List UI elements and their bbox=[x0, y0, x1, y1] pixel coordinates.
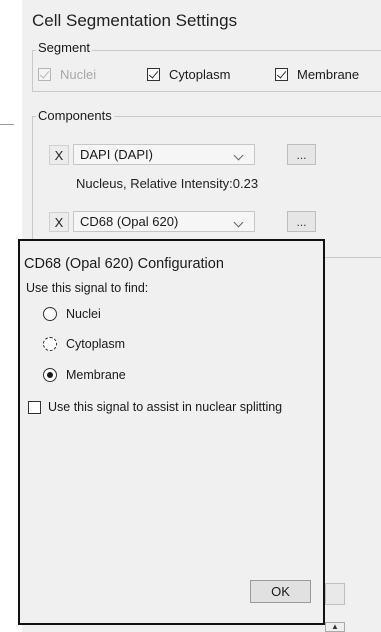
assist-label: Use this signal to assist in nuclear spl… bbox=[48, 400, 283, 414]
nuclei-label: Nuclei bbox=[60, 67, 97, 82]
radio-circle bbox=[43, 368, 57, 382]
background-field bbox=[325, 583, 345, 605]
component-dapi-select[interactable]: DAPI (DAPI) bbox=[73, 144, 255, 165]
radio-membrane-label: Membrane bbox=[66, 368, 126, 382]
checkbox-box bbox=[28, 400, 41, 414]
component-cd68-select[interactable]: CD68 (Opal 620) bbox=[73, 211, 255, 232]
dialog-subtitle: Use this signal to find: bbox=[26, 281, 149, 295]
left-divider bbox=[0, 124, 14, 125]
component-dapi-info: Nucleus, Relative Intensity:0.23 bbox=[76, 176, 259, 191]
remove-component-button[interactable]: X bbox=[49, 212, 69, 232]
radio-membrane[interactable]: Membrane bbox=[43, 368, 126, 382]
assist-nuclear-splitting-checkbox[interactable]: Use this signal to assist in nuclear spl… bbox=[28, 400, 282, 414]
dialog-title: CD68 (Opal 620) Configuration bbox=[24, 256, 224, 272]
chevron-down-icon bbox=[233, 150, 244, 161]
checkbox-box bbox=[147, 68, 160, 81]
radio-cytoplasm-label: Cytoplasm bbox=[66, 337, 126, 351]
segment-caption: Segment bbox=[36, 40, 93, 55]
radio-circle bbox=[43, 307, 57, 321]
checkbox-box bbox=[38, 68, 51, 81]
membrane-label: Membrane bbox=[297, 67, 360, 82]
checkbox-box bbox=[275, 68, 288, 81]
spin-up-button[interactable]: ▲ bbox=[325, 622, 345, 632]
components-caption: Components bbox=[36, 108, 114, 123]
component-cd68-config-button[interactable]: ... bbox=[287, 211, 316, 232]
window-title: Cell Segmentation Settings bbox=[32, 11, 238, 30]
component-dapi-value: DAPI (DAPI) bbox=[80, 147, 153, 162]
radio-nuclei-label: Nuclei bbox=[66, 307, 101, 321]
component-dapi-config-button[interactable]: ... bbox=[287, 144, 316, 165]
segment-nuclei-checkbox[interactable]: Nuclei bbox=[38, 67, 96, 82]
cytoplasm-label: Cytoplasm bbox=[169, 67, 231, 82]
radio-cytoplasm[interactable]: Cytoplasm bbox=[43, 337, 125, 351]
configuration-dialog: CD68 (Opal 620) Configuration Use this s… bbox=[18, 239, 325, 625]
remove-component-button[interactable]: X bbox=[49, 145, 69, 165]
segment-membrane-checkbox[interactable]: Membrane bbox=[275, 67, 359, 82]
radio-circle bbox=[43, 337, 57, 351]
ok-button[interactable]: OK bbox=[250, 580, 311, 603]
component-cd68-value: CD68 (Opal 620) bbox=[80, 214, 179, 229]
radio-nuclei[interactable]: Nuclei bbox=[43, 307, 101, 321]
segment-cytoplasm-checkbox[interactable]: Cytoplasm bbox=[147, 67, 230, 82]
chevron-down-icon bbox=[233, 217, 244, 228]
